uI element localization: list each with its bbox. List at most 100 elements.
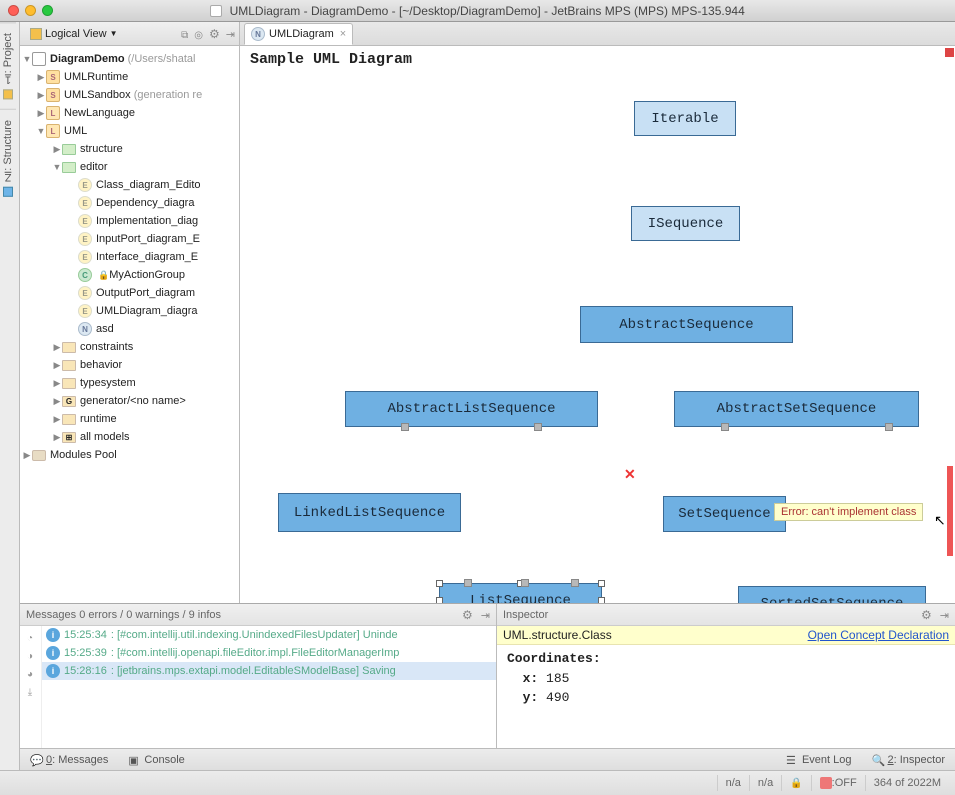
- tree-node-allmodels[interactable]: ⊞all models: [20, 428, 239, 446]
- tree-node-structure[interactable]: structure: [20, 140, 239, 158]
- export-icon[interactable]: ⤓: [22, 684, 38, 700]
- tree-node-asd[interactable]: Nasd: [20, 320, 239, 338]
- expand-icon[interactable]: [52, 162, 62, 172]
- tree-node-newlanguage[interactable]: LNewLanguage: [20, 104, 239, 122]
- resize-handle[interactable]: [598, 580, 605, 587]
- tree-node-myaction[interactable]: C🔒MyActionGroup: [20, 266, 239, 284]
- uml-box-isequence[interactable]: ISequence: [631, 206, 740, 241]
- error-stripe-marker[interactable]: [947, 466, 953, 556]
- expand-icon[interactable]: [52, 432, 62, 443]
- structure-tool-tab[interactable]: Z: Structure: [0, 109, 16, 207]
- connection-handle[interactable]: [401, 423, 409, 431]
- hide-panel-icon[interactable]: [481, 608, 490, 622]
- uml-box-listsequence[interactable]: ListSequence: [439, 583, 602, 603]
- tree-node-umldiagram[interactable]: EUMLDiagram_diagra: [20, 302, 239, 320]
- error-marker-icon[interactable]: ✕: [624, 466, 636, 483]
- uml-box-abstractsequence[interactable]: AbstractSequence: [580, 306, 793, 343]
- message-row[interactable]: i15:25:39 : [#com.intellij.openapi.fileE…: [42, 644, 496, 662]
- tree-root[interactable]: DiagramDemo (/Users/shatal: [20, 50, 239, 68]
- gear-icon[interactable]: [209, 27, 220, 41]
- tree-node-dependency[interactable]: EDependency_diagra: [20, 194, 239, 212]
- inspector-body[interactable]: UML.structure.Class Open Concept Declara…: [497, 626, 955, 748]
- folder-icon: [62, 360, 76, 371]
- status-lock[interactable]: [781, 775, 810, 791]
- expand-icon[interactable]: [36, 108, 46, 119]
- message-row[interactable]: i15:28:16 : [jetbrains.mps.extapi.model.…: [42, 662, 496, 680]
- uml-box-setsequence[interactable]: SetSequence: [663, 496, 786, 532]
- gear-icon[interactable]: [462, 608, 473, 622]
- resize-handle[interactable]: [598, 597, 605, 603]
- expand-icon[interactable]: [36, 72, 46, 83]
- tree-node-runtime[interactable]: runtime: [20, 410, 239, 428]
- editor-tab-umldiagram[interactable]: N UMLDiagram ×: [244, 23, 353, 45]
- open-concept-link[interactable]: Open Concept Declaration: [808, 628, 949, 642]
- connection-handle[interactable]: [721, 423, 729, 431]
- error-stripe[interactable]: [943, 46, 955, 603]
- expand-icon[interactable]: [52, 414, 62, 425]
- resize-handle[interactable]: [436, 580, 443, 587]
- uml-box-iterable[interactable]: Iterable: [634, 101, 736, 136]
- autoscroll-icon[interactable]: [181, 27, 188, 41]
- expand-icon[interactable]: [22, 54, 32, 64]
- status-debug[interactable]: :OFF: [811, 775, 865, 791]
- uml-box-linkedlistsequence[interactable]: LinkedListSequence: [278, 493, 461, 532]
- close-tab-icon[interactable]: ×: [340, 28, 346, 40]
- locate-icon[interactable]: [194, 27, 203, 41]
- uml-box-sortedsetsequence[interactable]: SortedSetSequence: [738, 586, 926, 603]
- tree-node-umlsandbox[interactable]: SUMLSandbox (generation re: [20, 86, 239, 104]
- expand-icon[interactable]: [22, 450, 32, 461]
- inspector-title: Inspector: [503, 609, 548, 621]
- expand-icon[interactable]: [52, 396, 62, 407]
- tree-node-editor[interactable]: editor: [20, 158, 239, 176]
- tree-node-uml[interactable]: LUML: [20, 122, 239, 140]
- inspector-code[interactable]: Coordinates: x: 185 y: 490: [497, 645, 955, 712]
- messages-list[interactable]: i15:25:34 : [#com.intellij.util.indexing…: [42, 626, 496, 748]
- tree-node-umlruntime[interactable]: SUMLRuntime: [20, 68, 239, 86]
- tree-node-constraints[interactable]: constraints: [20, 338, 239, 356]
- x-value[interactable]: 185: [546, 671, 569, 686]
- tree-node-generator[interactable]: Ggenerator/<no name>: [20, 392, 239, 410]
- tree-node-modulespool[interactable]: Modules Pool: [20, 446, 239, 464]
- eventlog-tool-tab[interactable]: ☰Event Log: [776, 749, 862, 770]
- connection-handle[interactable]: [464, 579, 472, 587]
- project-tree[interactable]: DiagramDemo (/Users/shatal SUMLRuntime S…: [20, 46, 239, 603]
- filter-error-icon[interactable]: ◔: [22, 630, 38, 646]
- uml-box-abstractsetsequence[interactable]: AbstractSetSequence: [674, 391, 919, 427]
- diagram-canvas[interactable]: Sample UML Diagram: [240, 46, 955, 603]
- tree-node-interface[interactable]: EInterface_diagram_E: [20, 248, 239, 266]
- expand-icon[interactable]: [52, 360, 62, 371]
- view-dropdown[interactable]: Logical View ▼: [24, 26, 123, 42]
- resize-handle[interactable]: [436, 597, 443, 603]
- console-tool-tab[interactable]: ▣Console: [118, 749, 194, 770]
- connection-handle[interactable]: [571, 579, 579, 587]
- hide-panel-icon[interactable]: [226, 27, 235, 41]
- error-indicator[interactable]: [945, 48, 954, 57]
- hide-panel-icon[interactable]: [940, 608, 949, 622]
- uml-box-abstractlistsequence[interactable]: AbstractListSequence: [345, 391, 598, 427]
- tree-node-inputport[interactable]: EInputPort_diagram_E: [20, 230, 239, 248]
- folder-icon: [62, 414, 76, 425]
- expand-icon[interactable]: [52, 378, 62, 389]
- inspector-tool-tab[interactable]: 🔍2: Inspector: [862, 749, 955, 770]
- tree-node-implementation[interactable]: EImplementation_diag: [20, 212, 239, 230]
- tree-node-class-diagram[interactable]: EClass_diagram_Edito: [20, 176, 239, 194]
- connection-handle[interactable]: [521, 579, 529, 587]
- expand-icon[interactable]: [36, 126, 46, 136]
- filter-info-icon[interactable]: ◕: [22, 666, 38, 682]
- expand-icon[interactable]: [36, 90, 46, 101]
- connection-handle[interactable]: [534, 423, 542, 431]
- expand-icon[interactable]: [52, 144, 62, 155]
- tree-node-behavior[interactable]: behavior: [20, 356, 239, 374]
- connection-handle[interactable]: [885, 423, 893, 431]
- gear-icon[interactable]: [921, 608, 932, 622]
- y-value[interactable]: 490: [546, 690, 569, 705]
- messages-tool-tab[interactable]: 💬0: Messages: [20, 749, 118, 770]
- expand-icon[interactable]: [52, 342, 62, 353]
- tree-node-outputport[interactable]: EOutputPort_diagram: [20, 284, 239, 302]
- project-tool-tab[interactable]: 1: Project: [0, 22, 16, 109]
- tree-node-typesystem[interactable]: typesystem: [20, 374, 239, 392]
- editor-area: N UMLDiagram × Sample UML Diagram: [240, 22, 955, 603]
- status-memory[interactable]: 364 of 2022M: [865, 775, 949, 791]
- filter-warning-icon[interactable]: ◑: [22, 648, 38, 664]
- message-row[interactable]: i15:25:34 : [#com.intellij.util.indexing…: [42, 626, 496, 644]
